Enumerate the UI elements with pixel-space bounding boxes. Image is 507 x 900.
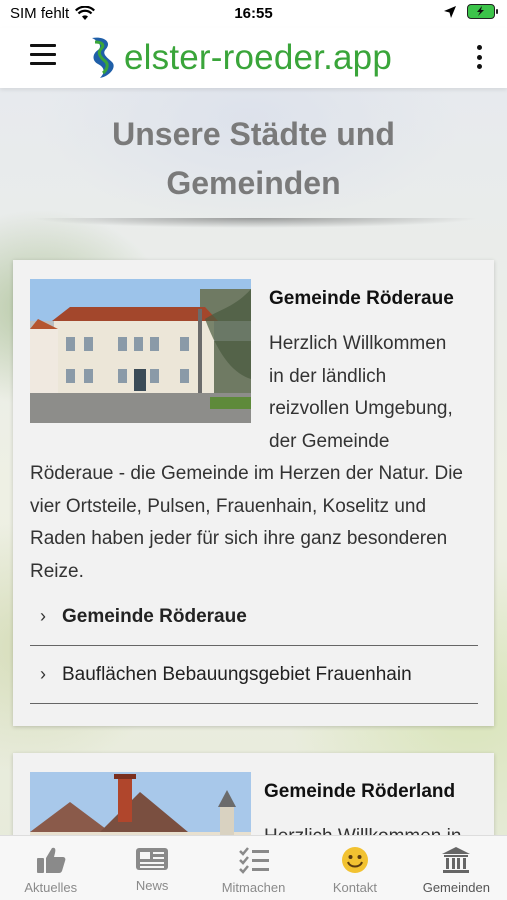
app-bar: elster-roeder.app — [0, 28, 507, 88]
title-divider — [30, 218, 480, 228]
tab-label: Mitmachen — [221, 880, 286, 895]
card-text-line: Röderaue - die Gemeinde im Herzen der Na… — [30, 463, 463, 484]
newspaper-icon — [136, 848, 169, 870]
chevron-right-icon: › — [40, 606, 46, 626]
app-title: elster-roeder.app — [124, 38, 393, 77]
card-text-line: reizvollen Umgebung, — [269, 398, 453, 419]
link-gemeinde-roederaue[interactable]: › Gemeinde Röderaue — [30, 588, 478, 646]
elster-roeder-logo-icon — [92, 37, 114, 78]
card-text-line: der Gemeinde — [269, 430, 390, 452]
location-arrow-icon — [444, 5, 456, 18]
link-label: Gemeinde Röderaue — [62, 605, 247, 627]
municipality-card: Gemeinde Röderaue Herzlich Willkommen in… — [13, 260, 494, 726]
tab-gemeinden[interactable]: Gemeinden — [406, 836, 507, 900]
status-bar: SIM fehlt 16:55 — [0, 0, 507, 28]
chevron-right-icon: › — [40, 664, 46, 684]
tab-label: News — [135, 878, 169, 893]
card-body-text: Röderaue - die Gemeinde im Herzen der Na… — [30, 458, 490, 588]
card-text-line: Herzlich Willkommen — [269, 333, 447, 354]
tab-label: Kontakt — [332, 880, 377, 895]
card-title: Gemeinde Röderaue — [269, 288, 454, 309]
page-title-line-2: Gemeinden — [166, 165, 341, 201]
townhall-icon — [442, 847, 471, 873]
tab-label: Gemeinden — [422, 880, 490, 895]
card-intro-text: Herzlich Willkommen in der ländlich reiz… — [269, 328, 484, 458]
card-text-line: in der ländlich — [269, 365, 387, 387]
thumbs-up-icon — [36, 847, 66, 873]
card-title: Gemeinde Röderland — [264, 781, 456, 802]
link-bauflaechen-frauenhain[interactable]: › Bauflächen Bebauungsgebiet Frauenhain — [30, 646, 478, 704]
tab-aktuelles[interactable]: Aktuelles — [0, 836, 101, 900]
smiley-icon — [341, 847, 368, 873]
card-text-line: Reize. — [30, 560, 84, 582]
hamburger-menu-button[interactable] — [30, 44, 56, 68]
card-text-line: Raden haben jeder für sich ihre ganz bes… — [30, 528, 448, 549]
tab-label: Aktuelles — [24, 880, 78, 895]
page-title: Unsere Städte und Gemeinden — [0, 110, 507, 208]
tab-mitmachen[interactable]: Mitmachen — [203, 836, 304, 900]
card-text-line: vier Ortsteile, Pulsen, Frauenhain, Kose… — [30, 495, 427, 517]
page-title-line-1: Unsere Städte und — [112, 116, 395, 152]
town-hall-photo — [30, 279, 251, 423]
link-label: Bauflächen Bebauungsgebiet Frauenhain — [62, 663, 412, 685]
checklist-icon — [238, 847, 269, 874]
main-content: Unsere Städte und Gemeinden Gemeinde Röd… — [0, 88, 507, 873]
app-logo[interactable]: elster-roeder.app — [86, 36, 392, 80]
tab-kontakt[interactable]: Kontakt — [304, 836, 405, 900]
more-options-button[interactable] — [475, 45, 483, 69]
battery-icon — [467, 4, 498, 19]
tab-news[interactable]: News — [101, 836, 202, 900]
clock: 16:55 — [234, 5, 273, 22]
bottom-tab-bar: Aktuelles News Mitmachen Kontakt Gemeind… — [0, 835, 507, 900]
